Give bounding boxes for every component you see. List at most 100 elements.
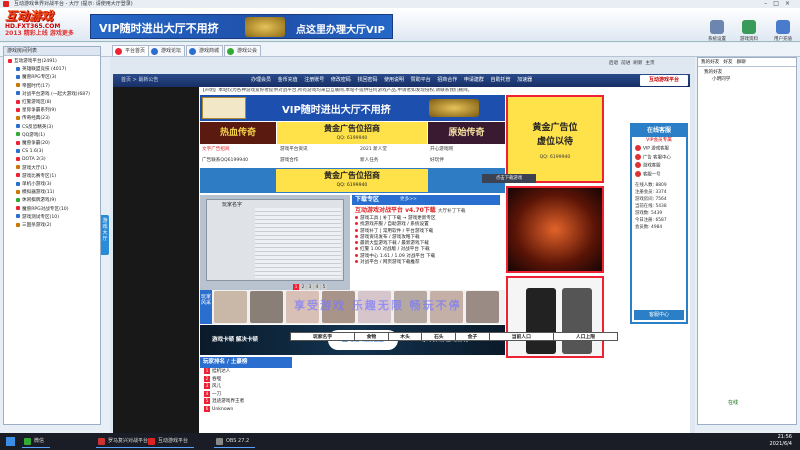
forward-button[interactable]: 前进: [621, 61, 630, 66]
gold-ad-box[interactable]: 黄金广告位 虚位以待 QQ: 6199940: [506, 95, 604, 183]
gold-ad-bar[interactable]: 黄金广告位招商 QQ: 6199940 点击下载游戏: [200, 168, 536, 193]
site-nav-link[interactable]: 申请建群: [464, 77, 484, 83]
ad-gold-middle[interactable]: 黄金广告位招商 QQ: 6199940: [277, 122, 427, 144]
service-contact[interactable]: VIP 游戏客服: [632, 145, 686, 154]
text-link[interactable]: 游戏平台资讯: [280, 146, 308, 152]
bullet-icon: [355, 247, 358, 251]
room-list-item[interactable]: 三国杀游戏(2): [8, 222, 100, 230]
window-controls[interactable]: –□×: [764, 0, 796, 8]
service-contact[interactable]: 广告 客服中心: [632, 153, 686, 163]
room-list-item[interactable]: 传奇经典(23): [8, 115, 100, 123]
windows-start-icon[interactable]: [6, 437, 15, 446]
room-folder-icon: [16, 222, 20, 227]
tab-forum[interactable]: 游戏论坛: [148, 45, 186, 56]
clothing-ad[interactable]: [506, 276, 604, 358]
download-main-link[interactable]: 互动游戏对战平台 v4.70下载 大厅补丁下载: [355, 207, 497, 216]
logo-url: HD.FXT365.COM: [5, 23, 61, 30]
site-nav-link[interactable]: 注册账号: [304, 77, 324, 83]
screenshot-slider[interactable]: 玩家名字 12345: [200, 195, 350, 290]
text-link[interactable]: 广告联系QQ6199940: [202, 157, 248, 163]
site-stat: 注册会员: 3374: [635, 190, 667, 195]
game-character-ad[interactable]: [506, 186, 604, 273]
tab-guild[interactable]: 游戏公会: [224, 45, 262, 56]
friend-item[interactable]: 我的好友: [698, 69, 796, 76]
ranking-row[interactable]: 3 风儿: [200, 383, 292, 391]
room-list-item[interactable]: 魔兽RPG对战专区(10): [8, 206, 100, 214]
text-link[interactable]: 开心游戏网: [430, 146, 453, 152]
player-photo[interactable]: [214, 291, 247, 323]
ranking-row[interactable]: 2 吞噬: [200, 375, 292, 384]
vip-banner[interactable]: VIP随时进出大厅不用挤 点这里办理大厅VIP: [90, 14, 393, 39]
room-list-item[interactable]: DOTA 2(3): [8, 156, 100, 164]
tab-home[interactable]: 平台首页: [112, 45, 150, 56]
room-list-item[interactable]: 休闲棋牌游戏(9): [8, 197, 100, 205]
vip-ad-banner[interactable]: VIP随时进出大厅不用挤: [200, 95, 505, 121]
ranking-row[interactable]: 1 挂机达人: [200, 368, 292, 376]
room-list-item[interactable]: 星际争霸系列(9): [8, 107, 100, 115]
text-link[interactable]: 文字广告招商: [202, 146, 230, 152]
room-label: 模拟器游戏(11): [22, 190, 55, 196]
room-list-item[interactable]: 互动游戏平台(2491): [8, 58, 100, 66]
taskbar-item[interactable]: 微信: [22, 435, 51, 448]
download-more-link[interactable]: 更多>>: [400, 195, 417, 205]
room-list-item[interactable]: 游戏大厅(1): [8, 165, 100, 173]
site-nav-link[interactable]: 加速器: [517, 77, 532, 83]
room-label: DOTA 2(3): [22, 157, 46, 163]
room-list-item[interactable]: 模拟器游戏(11): [8, 189, 100, 197]
service-center-button[interactable]: 客服中心: [634, 310, 684, 320]
text-link[interactable]: 2021 新人堂: [360, 146, 387, 152]
friend-item[interactable]: 小明同学: [698, 76, 796, 83]
text-link[interactable]: 好玩伴: [430, 157, 444, 163]
site-nav-link[interactable]: 办理会员: [251, 77, 271, 83]
friends-tab[interactable]: 好友: [723, 60, 732, 65]
site-nav-link[interactable]: 找回密码: [357, 77, 377, 83]
player-photo[interactable]: [466, 291, 499, 323]
friends-tab[interactable]: 群聊: [737, 60, 746, 65]
service-contact[interactable]: 客服一号: [632, 170, 686, 180]
site-nav-link[interactable]: 招商合作: [437, 77, 457, 83]
room-list-item[interactable]: 魔兽RPG专区(3): [8, 74, 100, 82]
game-lobby-button[interactable]: 游戏大厅: [101, 215, 109, 255]
room-list-item[interactable]: 游戏测试专区(10): [8, 214, 100, 222]
refresh-button[interactable]: 刷新: [633, 61, 642, 66]
room-list-item[interactable]: 对战平台游戏 (一起大游戏)(687): [8, 91, 100, 99]
site-nav-link[interactable]: 金币充值: [278, 77, 298, 83]
room-list-item[interactable]: 游戏比赛专区(1): [8, 173, 100, 181]
ranking-row[interactable]: 6 Unknown: [200, 405, 292, 414]
player-photo[interactable]: [250, 291, 283, 323]
site-breadcrumb[interactable]: 首页 > 最新公告: [121, 76, 158, 85]
site-nav-links: 办理会员 金币充值 注册账号 修改密码 找回密码 使用说明 赞助平台 招商合作 …: [251, 76, 532, 85]
ranking-row[interactable]: 4 一刀: [200, 390, 292, 399]
room-list-item[interactable]: 英雄联盟竞技 (4017): [8, 66, 100, 74]
room-list-item[interactable]: CS 1.6(3): [8, 148, 100, 156]
room-label: 对战平台游戏 (一起大游戏)(687): [22, 91, 90, 97]
site-nav-link[interactable]: 赞助平台: [411, 77, 431, 83]
taskbar-item[interactable]: 互动游戏平台: [146, 435, 195, 448]
site-nav-link[interactable]: 使用说明: [384, 77, 404, 83]
service-contact[interactable]: 游戏客服: [632, 162, 686, 171]
room-folder-icon: [16, 197, 20, 202]
room-list-item[interactable]: 魔兽争霸(20): [8, 140, 100, 148]
room-list-item[interactable]: 帝国时代(17): [8, 83, 100, 91]
site-nav-link[interactable]: 修改密码: [331, 77, 351, 83]
site-nav-link[interactable]: 自助托管: [490, 77, 510, 83]
slider-pagination: 12345: [293, 283, 328, 290]
bullet-icon: [355, 241, 358, 245]
room-list-item[interactable]: 红警游戏区(8): [8, 99, 100, 107]
ad-game-right[interactable]: 原始传奇: [428, 122, 505, 144]
friends-tab[interactable]: 我的好友: [701, 60, 719, 65]
text-link[interactable]: 游戏合作: [280, 157, 298, 163]
ranking-row[interactable]: 5 混迹游戏界王者: [200, 398, 292, 406]
room-list-item[interactable]: QQ游戏(1): [8, 132, 100, 140]
site-logo[interactable]: 互动游戏平台: [640, 75, 688, 86]
text-link[interactable]: 新人任务: [360, 157, 378, 163]
tab-shop[interactable]: 游戏商城: [186, 45, 224, 56]
room-list-item[interactable]: 单机小游戏(3): [8, 181, 100, 189]
ad-game-left[interactable]: 热血传奇: [200, 122, 276, 144]
home-button[interactable]: 主页: [645, 61, 654, 66]
download-link[interactable]: 对战平台 / 网页游戏下载推荐: [355, 260, 497, 266]
room-list-item[interactable]: CS反恐精英(3): [8, 124, 100, 132]
back-button[interactable]: 后退: [609, 61, 618, 66]
table-header: 金子: [455, 332, 490, 341]
taskbar-item[interactable]: OBS 27.2: [214, 435, 256, 448]
